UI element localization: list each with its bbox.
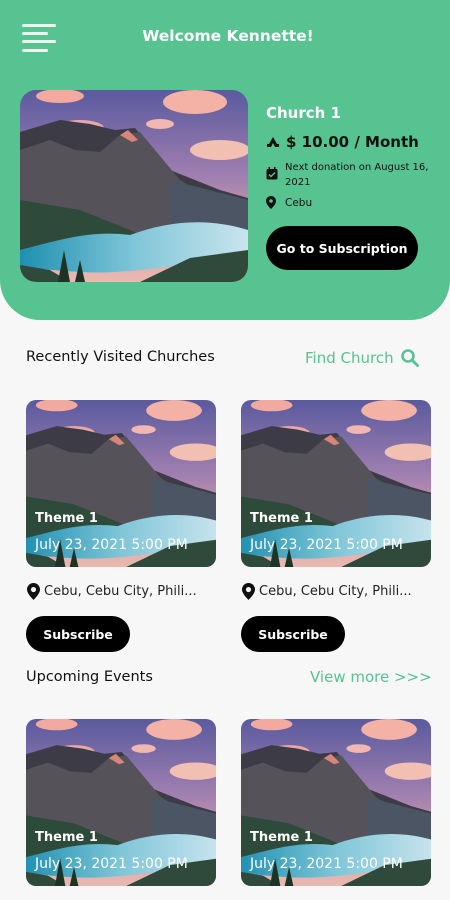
card-date: July 23, 2021 5:00 PM — [35, 537, 188, 553]
welcome-title: Welcome Kennette! — [142, 27, 314, 45]
featured-next-donation: Next donation on August 16, 2021 — [285, 162, 429, 188]
featured-next-donation-row: Next donation on August 16, 2021 — [266, 160, 446, 190]
card-location-text: Cebu, Cebu City, Phili... — [259, 584, 412, 599]
card-location: Cebu, Cebu City, Phili... — [27, 583, 217, 600]
featured-location-row: Cebu — [266, 196, 312, 209]
recently-visited-title: Recently Visited Churches — [26, 349, 215, 365]
card-theme: Theme 1 — [35, 830, 98, 845]
find-church-link[interactable]: Find Church — [305, 348, 420, 368]
recent-church-card[interactable]: Theme 1 July 23, 2021 5:00 PM — [26, 400, 216, 567]
search-icon — [400, 349, 419, 367]
go-to-subscription-button[interactable]: Go to Subscription — [266, 226, 418, 270]
location-pin-icon — [27, 583, 40, 600]
featured-church-image[interactable] — [20, 90, 248, 282]
calendar-icon — [266, 167, 278, 180]
recent-church-card[interactable]: Theme 1 July 23, 2021 5:00 PM — [241, 400, 431, 567]
featured-price: $ 10.00 / Month — [286, 133, 419, 151]
location-pin-icon — [266, 196, 276, 209]
hands-icon — [267, 137, 279, 147]
card-date: July 23, 2021 5:00 PM — [35, 856, 188, 872]
card-theme: Theme 1 — [250, 511, 313, 526]
featured-church-name: Church 1 — [266, 104, 341, 122]
card-date: July 23, 2021 5:00 PM — [250, 537, 403, 553]
card-location-text: Cebu, Cebu City, Phili... — [44, 584, 197, 599]
event-card[interactable]: Theme 1 July 23, 2021 5:00 PM — [241, 719, 431, 886]
card-theme: Theme 1 — [35, 511, 98, 526]
event-card[interactable]: Theme 1 July 23, 2021 5:00 PM — [26, 719, 216, 886]
card-location: Cebu, Cebu City, Phili... — [242, 583, 432, 600]
upcoming-events-title: Upcoming Events — [26, 669, 153, 685]
featured-price-row: $ 10.00 / Month — [266, 133, 419, 151]
subscribe-button[interactable]: Subscribe — [241, 616, 345, 652]
location-pin-icon — [242, 583, 255, 600]
card-date: July 23, 2021 5:00 PM — [250, 856, 403, 872]
subscribe-button[interactable]: Subscribe — [26, 616, 130, 652]
find-church-label: Find Church — [305, 349, 394, 367]
view-more-link[interactable]: View more >>> — [310, 668, 432, 686]
card-theme: Theme 1 — [250, 830, 313, 845]
featured-location: Cebu — [285, 196, 313, 209]
